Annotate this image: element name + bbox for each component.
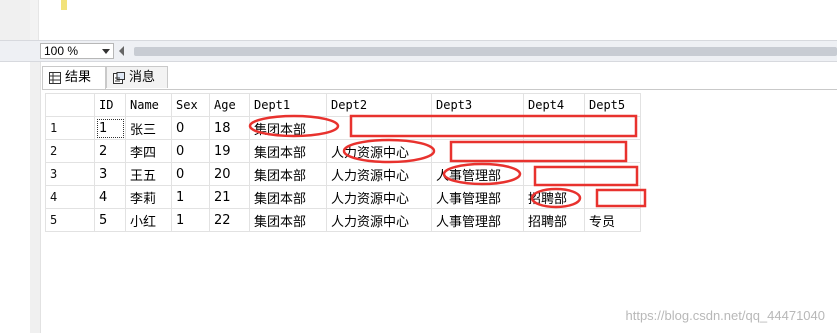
table-cell[interactable]: 19 <box>209 139 250 163</box>
table-cell[interactable]: 0 <box>171 162 210 186</box>
column-header[interactable]: Age <box>209 93 250 117</box>
table-cell[interactable] <box>523 139 585 163</box>
results-grid: ID Name Sex Age Dept1 Dept2 Dept3 Dept4 … <box>45 93 641 232</box>
table-cell[interactable] <box>584 116 641 140</box>
row-number[interactable]: 3 <box>45 162 95 186</box>
table-cell[interactable] <box>584 139 641 163</box>
table-cell[interactable]: 0 <box>171 116 210 140</box>
column-header[interactable]: ID <box>94 93 126 117</box>
table-cell[interactable]: 4 <box>94 185 126 209</box>
scroll-left-arrow-icon[interactable] <box>119 46 124 56</box>
editor-gutter <box>0 0 39 40</box>
table-cell[interactable]: 招聘部 <box>523 185 585 209</box>
message-icon <box>113 72 125 84</box>
column-header[interactable]: Dept4 <box>523 93 585 117</box>
table-cell[interactable]: 人力资源中心 <box>326 185 432 209</box>
table-cell[interactable]: 人力资源中心 <box>326 208 432 232</box>
row-number[interactable]: 4 <box>45 185 95 209</box>
table-cell[interactable]: 李四 <box>125 139 172 163</box>
column-header[interactable]: Dept2 <box>326 93 432 117</box>
table-cell[interactable] <box>523 162 585 186</box>
table-cell[interactable]: 人事管理部 <box>431 185 524 209</box>
table-cell[interactable]: 1 <box>171 208 210 232</box>
corner-cell[interactable] <box>45 93 95 117</box>
table-cell[interactable]: 小红 <box>125 208 172 232</box>
table-cell[interactable]: 18 <box>209 116 250 140</box>
horizontal-scrollbar[interactable] <box>134 47 837 56</box>
table-cell[interactable]: 张三 <box>125 116 172 140</box>
table-cell[interactable]: 21 <box>209 185 250 209</box>
table-cell[interactable] <box>431 116 524 140</box>
table-cell[interactable]: 招聘部 <box>523 208 585 232</box>
table-cell[interactable]: 5 <box>94 208 126 232</box>
table-cell[interactable]: 人力资源中心 <box>326 139 432 163</box>
column-header[interactable]: Dept3 <box>431 93 524 117</box>
header-row: ID Name Sex Age Dept1 Dept2 Dept3 Dept4 … <box>45 93 641 117</box>
table-cell[interactable]: 人事管理部 <box>431 162 524 186</box>
table-cell[interactable] <box>326 116 432 140</box>
column-header[interactable]: Name <box>125 93 172 117</box>
tab-messages[interactable]: 消息 <box>106 66 168 88</box>
table-cell[interactable]: 3 <box>94 162 126 186</box>
change-marker <box>61 0 67 10</box>
table-row[interactable]: 4 4 李莉 1 21 集团本部 人力资源中心 人事管理部 招聘部 <box>45 185 641 209</box>
watermark: https://blog.csdn.net/qq_44471040 <box>625 308 826 323</box>
table-cell[interactable]: 2 <box>94 139 126 163</box>
table-cell[interactable]: 1 <box>94 116 126 140</box>
table-cell[interactable]: 22 <box>209 208 250 232</box>
editor-margin <box>30 0 39 40</box>
column-header[interactable]: Sex <box>171 93 210 117</box>
table-cell[interactable]: 集团本部 <box>249 139 327 163</box>
tab-results[interactable]: 结果 <box>42 66 106 90</box>
row-number[interactable]: 1 <box>45 116 95 140</box>
query-editor[interactable] <box>0 0 837 40</box>
table-cell[interactable]: 集团本部 <box>249 162 327 186</box>
table-cell[interactable]: 李莉 <box>125 185 172 209</box>
chevron-down-icon[interactable] <box>102 49 110 54</box>
table-cell[interactable] <box>584 185 641 209</box>
table-cell[interactable] <box>523 116 585 140</box>
zoom-bar: 100 % <box>0 40 837 62</box>
table-cell[interactable]: 集团本部 <box>249 208 327 232</box>
table-cell[interactable]: 王五 <box>125 162 172 186</box>
row-number[interactable]: 2 <box>45 139 95 163</box>
table-cell[interactable] <box>431 139 524 163</box>
table-cell[interactable]: 1 <box>171 185 210 209</box>
table-row[interactable]: 2 2 李四 0 19 集团本部 人力资源中心 <box>45 139 641 163</box>
tab-messages-label: 消息 <box>129 70 156 85</box>
grid-icon <box>49 72 61 84</box>
tab-results-label: 结果 <box>65 70 92 85</box>
table-cell[interactable]: 20 <box>209 162 250 186</box>
table-cell[interactable]: 0 <box>171 139 210 163</box>
table-cell[interactable]: 专员 <box>584 208 641 232</box>
column-header[interactable]: Dept5 <box>584 93 641 117</box>
table-cell[interactable]: 人事管理部 <box>431 208 524 232</box>
zoom-value: 100 % <box>44 44 79 58</box>
table-cell[interactable]: 集团本部 <box>249 185 327 209</box>
table-cell[interactable] <box>584 162 641 186</box>
table-row[interactable]: 1 1 张三 0 18 集团本部 <box>45 116 641 140</box>
table-cell[interactable]: 集团本部 <box>249 116 327 140</box>
results-grid-panel: ID Name Sex Age Dept1 Dept2 Dept3 Dept4 … <box>42 89 837 334</box>
table-row[interactable]: 5 5 小红 1 22 集团本部 人力资源中心 人事管理部 招聘部 专员 <box>45 208 641 232</box>
column-header[interactable]: Dept1 <box>249 93 327 117</box>
table-row[interactable]: 3 3 王五 0 20 集团本部 人力资源中心 人事管理部 <box>45 162 641 186</box>
table-cell[interactable]: 人力资源中心 <box>326 162 432 186</box>
zoom-select[interactable]: 100 % <box>40 43 114 59</box>
left-rail <box>30 62 41 333</box>
row-number[interactable]: 5 <box>45 208 95 232</box>
